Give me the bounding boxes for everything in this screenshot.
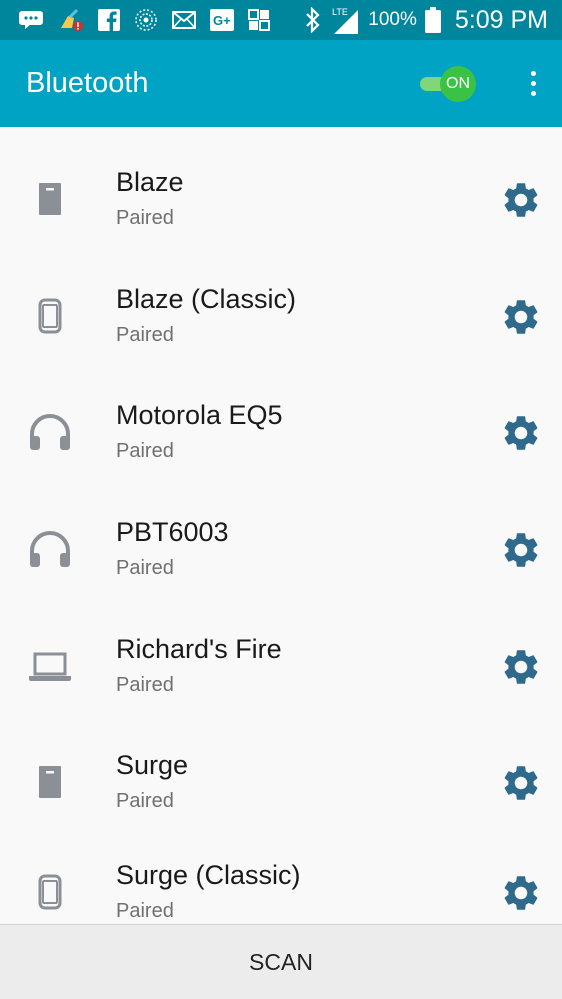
device-status: Paired (116, 440, 174, 462)
phone-icon (39, 766, 61, 798)
device-row[interactable]: Surge (Classic) Paired (0, 820, 562, 924)
gear-icon[interactable] (500, 412, 542, 454)
device-name: Blaze (116, 167, 184, 197)
dot-icon (530, 71, 536, 76)
app-icon (248, 9, 270, 31)
network-type-label: LTE (332, 7, 348, 17)
scan-button-label: SCAN (249, 948, 313, 975)
mail-icon (172, 11, 196, 29)
notification-icons: G+ (18, 8, 270, 32)
device-list: Blaze Paired Blaze (Classic) Paired Moto… (0, 127, 562, 924)
clock: 5:09 PM (454, 5, 548, 34)
status-bar: G+ LTE 100% 5:09 PM (0, 0, 562, 40)
bluetooth-toggle[interactable]: ON (418, 64, 480, 104)
app-bar: Bluetooth ON (0, 40, 562, 127)
device-name: PBT6003 (116, 517, 229, 547)
facebook-icon (98, 9, 120, 31)
gear-icon[interactable] (500, 872, 542, 914)
headphones-icon (30, 414, 70, 450)
dot-icon (530, 81, 536, 86)
device-row[interactable]: Surge Paired (0, 710, 562, 826)
device-status: Paired (116, 207, 174, 229)
device-status: Paired (116, 900, 174, 922)
toggle-thumb: ON (440, 65, 476, 102)
system-status: LTE 100% 5:09 PM (304, 6, 548, 35)
device-name: Motorola EQ5 (116, 400, 283, 430)
device-name: Blaze (Classic) (116, 284, 297, 314)
device-status: Paired (116, 674, 174, 696)
gear-icon[interactable] (500, 646, 542, 688)
device-status: Paired (116, 790, 174, 812)
device-row[interactable]: Blaze (Classic) Paired (0, 244, 562, 360)
device-row[interactable]: Motorola EQ5 Paired (0, 360, 562, 476)
battery-icon (424, 7, 441, 33)
device-row[interactable]: PBT6003 Paired (0, 477, 562, 593)
gear-icon[interactable] (500, 762, 542, 804)
signal-icon: LTE (332, 7, 359, 34)
device-row[interactable]: Blaze Paired (0, 127, 562, 243)
dot-icon (530, 91, 536, 96)
scan-button[interactable]: SCAN (0, 924, 562, 999)
battery-percent: 100% (368, 9, 417, 30)
overflow-menu-button[interactable] (526, 64, 540, 104)
cleaner-icon (61, 8, 83, 31)
watch-icon (38, 298, 62, 334)
device-status: Paired (116, 557, 174, 579)
bluetooth-icon (306, 7, 320, 33)
device-row[interactable]: Richard's Fire Paired (0, 594, 562, 710)
device-name: Surge (116, 750, 189, 780)
watch-icon (38, 874, 62, 910)
device-status: Paired (116, 324, 174, 346)
gear-icon[interactable] (500, 529, 542, 571)
phone-icon (39, 183, 61, 215)
device-name: Richard's Fire (116, 634, 282, 664)
device-name: Surge (Classic) (116, 860, 301, 890)
headphones-icon (30, 531, 70, 567)
gear-icon[interactable] (500, 179, 542, 221)
google-plus-icon: G+ (210, 9, 234, 31)
chat-bubble-icon (19, 11, 43, 29)
page-title: Bluetooth (26, 67, 149, 99)
gear-icon[interactable] (500, 296, 542, 338)
sunburst-icon (135, 9, 157, 31)
svg-text:G+: G+ (213, 13, 231, 28)
laptop-icon (29, 652, 71, 681)
